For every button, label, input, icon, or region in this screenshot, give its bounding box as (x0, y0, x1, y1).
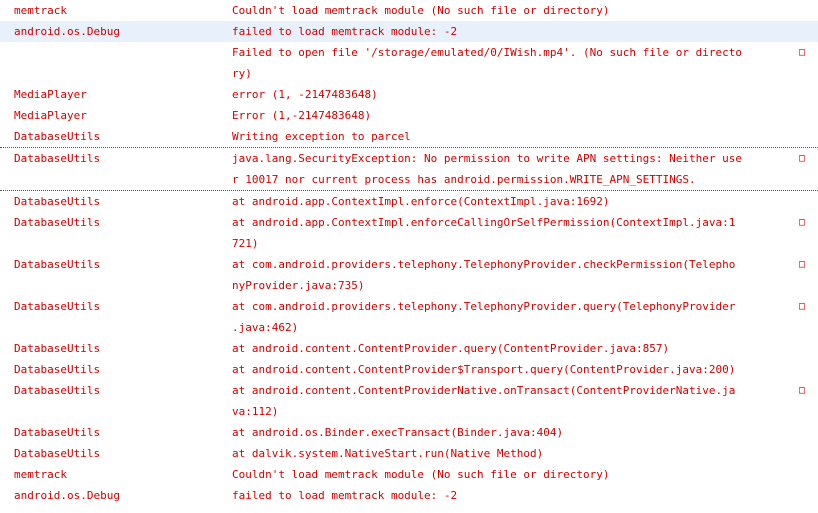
log-row[interactable]: DatabaseUtils at android.content.ContentP… (0, 380, 818, 422)
log-message-line: Failed to open file '/storage/emulated/0… (232, 46, 742, 59)
line-wrap-icon: □ (798, 385, 806, 396)
log-tag: android.os.Debug (14, 489, 120, 502)
log-row[interactable]: DatabaseUtils at dalvik.system.NativeStar… (0, 443, 818, 464)
log-tag: DatabaseUtils (14, 130, 101, 143)
log-message-line: at com.android.providers.telephony.Telep… (232, 258, 736, 271)
log-row[interactable]: android.os.Debug failed to load memtrack … (0, 485, 818, 506)
log-tag: DatabaseUtils (14, 363, 101, 376)
log-message-line: va:112) (232, 405, 279, 418)
log-row[interactable]: DatabaseUtils at android.app.ContextImpl.… (0, 212, 818, 254)
log-message: at android.content.ContentProvider.query… (232, 338, 792, 359)
log-message: at com.android.providers.telephony.Telep… (232, 254, 812, 296)
log-message: at android.os.Binder.execTransact(Binder… (232, 422, 792, 443)
log-tag: DatabaseUtils (14, 342, 101, 355)
log-tag: DatabaseUtils (14, 300, 101, 313)
logcat-view: memtrack Couldn't load memtrack module (N… (0, 0, 818, 513)
log-row[interactable]: MediaPlayer Error (1,-2147483648) (0, 105, 818, 126)
log-tag: DatabaseUtils (14, 152, 101, 165)
line-wrap-icon: □ (798, 47, 806, 58)
log-message-line: at android.content.ContentProvider$Trans… (232, 363, 736, 376)
line-wrap-icon: □ (798, 153, 806, 164)
log-message-line: at android.content.ContentProvider.query… (232, 342, 670, 355)
log-message-line: Couldn't load memtrack module (No such f… (232, 4, 610, 17)
log-message-line: ry) (232, 67, 252, 80)
log-tag (0, 42, 232, 84)
log-row[interactable]: Failed to open file '/storage/emulated/0… (0, 42, 818, 84)
log-row[interactable]: DatabaseUtils at com.android.providers.te… (0, 296, 818, 338)
log-message-line: nyProvider.java:735) (232, 279, 365, 292)
log-message: Couldn't load memtrack module (No such f… (232, 464, 792, 485)
log-tag: DatabaseUtils (14, 384, 101, 397)
line-wrap-icon: □ (798, 217, 806, 228)
log-row[interactable]: DatabaseUtils at android.content.ContentP… (0, 359, 818, 380)
log-message-line: failed to load memtrack module: -2 (232, 489, 458, 502)
log-message-line: error (1, -2147483648) (232, 88, 378, 101)
log-row[interactable]: memtrack Couldn't load memtrack module (N… (0, 464, 818, 485)
log-message-line: at android.app.ContextImpl.enforceCallin… (232, 216, 736, 229)
log-tag: android.os.Debug (14, 25, 120, 38)
log-message-line: Writing exception to parcel (232, 130, 411, 143)
log-message: Couldn't load memtrack module (No such f… (232, 0, 792, 21)
log-message: at android.app.ContextImpl.enforce(Conte… (232, 191, 792, 212)
log-message: Failed to open file '/storage/emulated/0… (232, 42, 812, 84)
log-row[interactable]: DatabaseUtils at com.android.providers.te… (0, 254, 818, 296)
log-message: at android.content.ContentProvider$Trans… (232, 359, 792, 380)
log-message-line: at android.os.Binder.execTransact(Binder… (232, 426, 564, 439)
log-message: at dalvik.system.NativeStart.run(Native … (232, 443, 792, 464)
log-row[interactable]: DatabaseUtils at android.content.ContentP… (0, 338, 818, 359)
log-message: at android.app.ContextImpl.enforceCallin… (232, 212, 812, 254)
line-wrap-icon: □ (798, 259, 806, 270)
log-row[interactable]: DatabaseUtils at android.app.ContextImpl.… (0, 191, 818, 212)
log-message-line: at android.app.ContextImpl.enforce(Conte… (232, 195, 610, 208)
log-message: java.lang.SecurityException: No permissi… (232, 148, 812, 190)
log-tag: DatabaseUtils (14, 447, 101, 460)
log-message-line: Error (1,-2147483648) (232, 109, 372, 122)
log-tag: MediaPlayer (14, 109, 87, 122)
log-tag: DatabaseUtils (14, 426, 101, 439)
log-message: at android.content.ContentProviderNative… (232, 380, 812, 422)
log-message: failed to load memtrack module: -2 (232, 21, 792, 42)
log-row[interactable]: MediaPlayer error (1, -2147483648) (0, 84, 818, 105)
log-message: Error (1,-2147483648) (232, 105, 792, 126)
log-message: Writing exception to parcel (232, 126, 792, 147)
log-message: failed to load memtrack module: -2 (232, 485, 792, 506)
log-message-line: 721) (232, 237, 259, 250)
log-message-line: r 10017 nor current process has android.… (232, 173, 696, 186)
log-tag: memtrack (14, 468, 67, 481)
log-message-line: Couldn't load memtrack module (No such f… (232, 468, 610, 481)
log-tag: MediaPlayer (14, 88, 87, 101)
line-wrap-icon: □ (798, 301, 806, 312)
log-tag: memtrack (14, 4, 67, 17)
log-row[interactable]: DatabaseUtils at android.os.Binder.execTr… (0, 422, 818, 443)
log-message-line: at android.content.ContentProviderNative… (232, 384, 736, 397)
log-message: at com.android.providers.telephony.Telep… (232, 296, 812, 338)
log-row[interactable]: DatabaseUtils Writing exception to parcel (0, 126, 818, 147)
log-tag: DatabaseUtils (14, 258, 101, 271)
log-message-line: java.lang.SecurityException: No permissi… (232, 152, 742, 165)
log-message-line: at com.android.providers.telephony.Telep… (232, 300, 736, 313)
log-message-line: failed to load memtrack module: -2 (232, 25, 458, 38)
log-row[interactable]: android.os.Debug failed to load memtrack … (0, 21, 818, 42)
log-message-line: at dalvik.system.NativeStart.run(Native … (232, 447, 544, 460)
log-message: error (1, -2147483648) (232, 84, 792, 105)
log-message-line: .java:462) (232, 321, 299, 334)
log-tag: DatabaseUtils (14, 195, 101, 208)
log-tag: DatabaseUtils (14, 216, 101, 229)
log-row[interactable]: memtrack Couldn't load memtrack module (N… (0, 0, 818, 21)
log-row[interactable]: DatabaseUtils java.lang.SecurityException… (0, 147, 818, 191)
